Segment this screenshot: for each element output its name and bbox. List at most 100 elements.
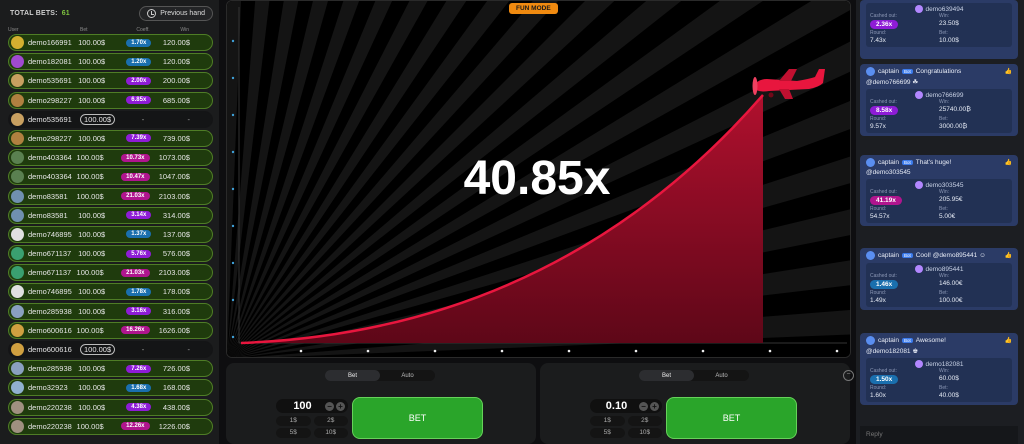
bet-user: demo746895 [28,229,72,239]
bot-avatar [866,251,875,260]
bet-button[interactable]: BET [666,397,797,439]
cashed-out-pill: 1.46x [870,280,899,289]
bet-row: demo182081 100.00$ 1.20x 120.00$ [8,53,213,71]
bet-coeff: - [141,114,145,124]
bet-row: demo166991 100.00$ 1.70x 120.00$ [8,34,213,51]
quick-amount-5[interactable]: 5$ [276,428,311,438]
quick-amount-10[interactable]: 10$ [313,428,348,438]
bet-win: 168.00$ [162,383,190,393]
sender-name: captain [878,337,899,344]
like-icon[interactable]: 👍 [1005,68,1012,75]
bet-win: 200.00$ [162,76,190,86]
cashed-out-pill: 8.58x [870,106,899,115]
sender-name: captain [878,68,899,75]
tab-auto[interactable]: Auto [694,370,749,381]
avatar [11,247,24,261]
bet-user: demo220238 [28,402,72,412]
plus-icon[interactable]: + [650,401,659,411]
column-win: Win [180,27,189,33]
bet-coeff: 21.03x [112,192,159,200]
quick-amounts: 1$ 2$ 5$ 10$ [590,416,662,438]
like-icon[interactable]: 👍 [1005,252,1012,259]
win-user: demo766699 [870,91,1008,99]
previous-hand-button[interactable]: Previous hand [139,5,213,21]
bet-coeff: 7.26x [115,364,163,373]
bets-list: demo166991 100.00$ 1.70x 120.00$ demo182081 1… [0,34,219,435]
avatar [11,112,24,126]
bet-coeff: 4.38x [115,403,163,412]
game-canvas: FUN MODE 40.85x [226,0,851,358]
bet-amount: 100.00$ [76,325,104,335]
avatar [11,36,24,49]
bet-win: 1626.00$ [158,325,190,335]
bet-row: demo83581 100.00$ 3.14x 314.00$ [8,206,213,224]
previous-hand-label: Previous hand [160,9,205,17]
bot-avatar [866,67,875,76]
bet-coeff: 21.03x [112,268,159,277]
bets-column-headers: User Bet Coeff. Win [0,26,219,34]
bet-button[interactable]: BET [352,397,483,439]
tab-bet[interactable]: Bet [325,370,380,381]
bet-coeff: 3.14x [115,211,163,220]
like-icon[interactable]: 👍 [1005,159,1012,166]
column-bet: Bet [80,27,88,33]
avatar [11,419,24,433]
tab-bet[interactable]: Bet [639,370,694,381]
bet-panel-2: Bet Auto 0.10 − + 1$ 2$ 5$ 10$ BET − [540,363,854,444]
bet-user: demo535691 [28,114,72,124]
win-summary: demo895441 Cashed out: Win: 1.46x 146.00€ … [866,263,1012,307]
bet-user: demo600616 [28,345,72,354]
minus-icon[interactable]: − [325,401,334,411]
bet-win: 137.00$ [162,229,190,239]
quick-amount-2[interactable]: 2$ [627,416,662,426]
message-text: That's huge! [915,159,952,166]
bet-win: 178.00$ [162,287,190,297]
quick-amount-1[interactable]: 1$ [276,416,311,426]
bet-coeff: 1.68x [115,383,163,392]
bet-win: 316.00$ [162,306,190,316]
avatar [914,181,923,189]
bet-coeff: 16.26x [112,326,159,335]
bet-user: demo83581 [28,191,68,201]
bet-user: demo83581 [28,210,68,220]
bet-amount-input[interactable]: 100 [282,400,323,412]
bet-row: demo671137 100.00$ 21.03x 2103.00$ [8,264,213,282]
reply-input[interactable]: Reply [860,426,1018,444]
chat-panel: demo639494 Cashed out: Win: 2.36x 23.50$ R… [856,0,1024,444]
bet-amount: 100.00$ [80,113,118,125]
quick-amount-10[interactable]: 10$ [627,428,662,438]
bet-win: 1047.00$ [158,172,190,182]
chat-message: captain Bot That's huge! 👍 @demo303545 d… [860,155,1018,226]
win-stats: Cashed out: Win: 1.50x 60.00$ Round: Bet: 1… [870,368,959,399]
bet-user: demo285938 [28,306,72,316]
message-text: Awesome! [915,337,946,344]
bet-amount-stepper: 0.10 − + [590,399,662,413]
tab-auto[interactable]: Auto [380,370,435,381]
bet-win: - [187,345,191,354]
avatar [11,208,24,222]
bet-win: 685.00$ [162,95,190,105]
like-icon[interactable]: 👍 [1005,337,1012,344]
bot-badge: Bot [901,160,913,165]
win-summary: demo639494 Cashed out: Win: 2.36x 23.50$ R… [866,3,1012,47]
chat-message: captain Bot Congratulations 👍 @demo76669… [860,64,1018,136]
message-text: Cool! @demo895441 ☺ [915,252,986,259]
avatar [11,93,24,107]
win-stats: Cashed out: Win: 1.46x 146.00€ Round: Bet: … [870,273,963,304]
bet-win: 2103.00$ [158,191,190,201]
avatar [11,227,24,241]
avatar [11,151,24,165]
bet-win: 120.00$ [162,57,190,67]
bet-user: demo403364 [28,153,72,163]
plus-icon[interactable]: + [336,401,345,411]
quick-amount-1[interactable]: 1$ [590,416,625,426]
bet-user: demo403364 [28,172,72,182]
remove-panel-icon[interactable]: − [843,370,854,381]
quick-amount-5[interactable]: 5$ [590,428,625,438]
bet-amount: 100.00$ [78,38,106,47]
bet-row: demo600616 100.00$ 16.26x 1626.00$ [8,321,213,339]
message-header: captain Bot Congratulations [866,67,1012,76]
bet-amount-input[interactable]: 0.10 [596,400,637,412]
quick-amount-2[interactable]: 2$ [313,416,348,426]
minus-icon[interactable]: − [639,401,648,411]
